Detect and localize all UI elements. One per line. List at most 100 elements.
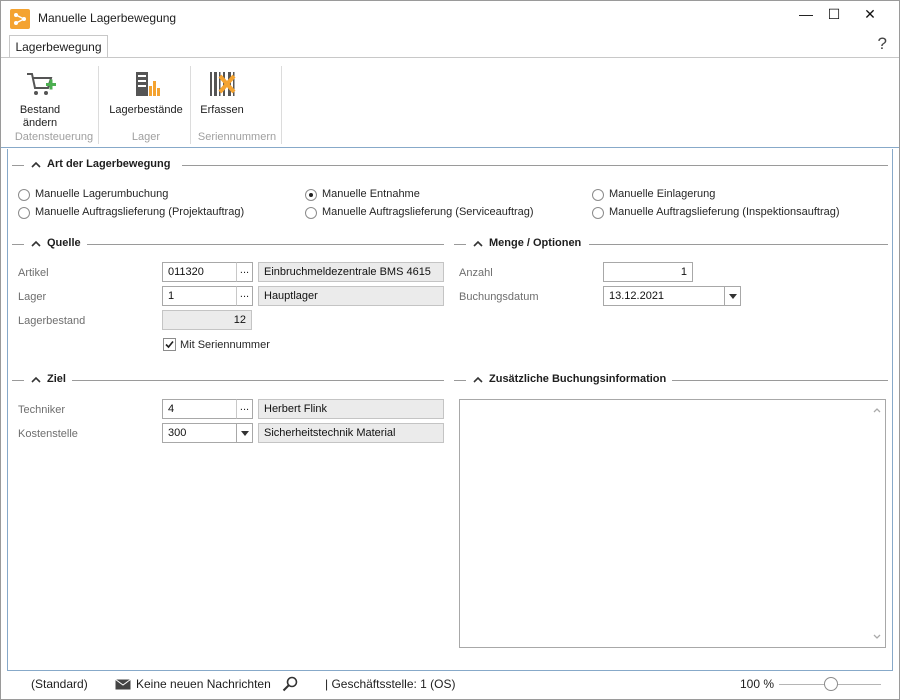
lager-lookup-button[interactable]: ... (236, 286, 253, 306)
radio-dot[interactable] (305, 207, 317, 219)
buchungsdatum-dropdown-button[interactable] (724, 286, 741, 306)
chevron-up-icon[interactable] (30, 374, 42, 386)
bestand-aendern-label-2: ändern (22, 117, 58, 129)
radio-dot[interactable] (18, 189, 30, 201)
group-separator (98, 66, 99, 144)
radio-label: Manuelle Entnahme (322, 188, 420, 200)
erfassen-button[interactable]: Erfassen (195, 68, 249, 117)
zoom-level: 100 % (740, 677, 775, 691)
kostenstelle-dropdown-button[interactable] (236, 423, 253, 443)
radio-label: Manuelle Lagerumbuchung (35, 188, 169, 200)
kostenstelle-label: Kostenstelle (18, 428, 78, 440)
lagerbestand-label: Lagerbestand (18, 315, 86, 327)
inventory-icon (130, 68, 162, 100)
group-separator (281, 66, 282, 144)
radio-dot[interactable] (592, 189, 604, 201)
section-menge[interactable]: Menge / Optionen (454, 236, 888, 252)
radio-dot[interactable] (18, 207, 30, 219)
radio-label: Manuelle Auftragslieferung (Projektauftr… (35, 206, 245, 218)
close-button[interactable]: ✕ (857, 5, 883, 23)
kostenstelle-input[interactable]: 300 (162, 423, 237, 443)
profile-status: (Standard) (31, 677, 88, 691)
artikel-input[interactable]: 011320 (162, 262, 237, 282)
buchungsdatum-label: Buchungsdatum (459, 291, 539, 303)
section-line (664, 380, 888, 381)
radio-dot[interactable] (592, 207, 604, 219)
artikel-label: Artikel (18, 267, 49, 279)
buchungsinformation-textarea[interactable] (459, 399, 886, 648)
branch-status: | Geschäftsstelle: 1 (OS) (325, 677, 456, 691)
artikel-lookup-button[interactable]: ... (236, 262, 253, 282)
section-art[interactable]: Art der Lagerbewegung (12, 157, 888, 173)
section-line (182, 165, 888, 166)
techniker-input[interactable]: 4 (162, 399, 237, 419)
bestand-aendern-label-1: Bestand (19, 104, 61, 116)
chevron-up-icon[interactable] (472, 238, 484, 250)
barcode-edit-icon (206, 68, 238, 100)
section-dash (12, 165, 24, 166)
lager-description: Hauptlager (258, 286, 444, 306)
radio-dot-selected[interactable] (305, 189, 317, 201)
group-label-lager: Lager (131, 131, 161, 143)
maximize-button[interactable]: ☐ (821, 5, 847, 23)
section-dash (12, 244, 24, 245)
ribbon: Bestand ändern Datensteuerung Lagerbestä… (1, 57, 899, 148)
chevron-up-icon[interactable] (30, 238, 42, 250)
section-dash (454, 244, 466, 245)
section-ziel[interactable]: Ziel (12, 372, 444, 388)
cart-add-icon (24, 68, 56, 100)
lagerbestaende-button[interactable]: Lagerbestände (105, 68, 187, 117)
radio-label: Manuelle Auftragslieferung (Serviceauftr… (322, 206, 534, 218)
kostenstelle-description: Sicherheitstechnik Material (258, 423, 444, 443)
section-dash (12, 380, 24, 381)
anzahl-input[interactable]: 1 (603, 262, 693, 282)
group-label-seriennummern: Seriennummern (197, 131, 277, 143)
search-icon[interactable] (282, 676, 298, 692)
techniker-label: Techniker (18, 404, 66, 416)
lagerbestand-value: 12 (162, 310, 252, 330)
buchungsdatum-input[interactable]: 13.12.2021 (603, 286, 725, 306)
scroll-up-icon[interactable] (873, 407, 881, 413)
window-title: Manuelle Lagerbewegung (38, 11, 177, 25)
app-window: Manuelle Lagerbewegung — ☐ ✕ ? Lagerbewe… (0, 0, 900, 700)
section-art-title: Art der Lagerbewegung (47, 158, 177, 170)
seriennummer-label[interactable]: Mit Seriennummer (180, 339, 270, 351)
checkmark-icon (165, 340, 174, 349)
help-button[interactable]: ? (878, 34, 887, 54)
chevron-up-icon[interactable] (472, 374, 484, 386)
messages-status[interactable]: Keine neuen Nachrichten (136, 677, 271, 691)
minimize-button[interactable]: — (793, 5, 819, 23)
techniker-description: Herbert Flink (258, 399, 444, 419)
section-menge-title: Menge / Optionen (489, 237, 588, 249)
group-label-datensteuerung: Datensteuerung (14, 131, 94, 143)
bestand-aendern-button[interactable]: Bestand ändern (15, 68, 65, 130)
title-bar: Manuelle Lagerbewegung — ☐ ✕ (1, 1, 899, 33)
form-content: Art der Lagerbewegung Manuelle Lagerumbu… (7, 149, 893, 671)
section-line (589, 244, 888, 245)
vertical-scrollbar[interactable] (869, 400, 885, 647)
lager-label: Lager (18, 291, 47, 303)
scroll-down-icon[interactable] (873, 634, 881, 640)
chevron-up-icon[interactable] (30, 159, 42, 171)
seriennummer-checkbox[interactable] (163, 338, 176, 351)
tab-lagerbewegung[interactable]: Lagerbewegung (9, 35, 108, 58)
section-zusatz[interactable]: Zusätzliche Buchungsinformation (454, 372, 888, 388)
section-line (84, 244, 444, 245)
section-zusatz-title: Zusätzliche Buchungsinformation (489, 373, 673, 385)
zoom-slider-thumb[interactable] (824, 677, 838, 691)
artikel-description: Einbruchmeldezentrale BMS 4615 (258, 262, 444, 282)
envelope-icon (115, 679, 131, 690)
section-quelle-title: Quelle (47, 237, 87, 249)
techniker-lookup-button[interactable]: ... (236, 399, 253, 419)
erfassen-label: Erfassen (200, 104, 244, 116)
section-line (72, 380, 444, 381)
section-ziel-title: Ziel (47, 373, 72, 385)
status-bar: (Standard) Keine neuen Nachrichten | Ges… (1, 671, 899, 699)
radio-label: Manuelle Einlagerung (609, 188, 716, 200)
lager-input[interactable]: 1 (162, 286, 237, 306)
section-quelle[interactable]: Quelle (12, 236, 444, 252)
lagerbestaende-label: Lagerbestände (109, 104, 183, 116)
anzahl-label: Anzahl (459, 267, 493, 279)
section-dash (454, 380, 466, 381)
app-icon (10, 9, 30, 29)
